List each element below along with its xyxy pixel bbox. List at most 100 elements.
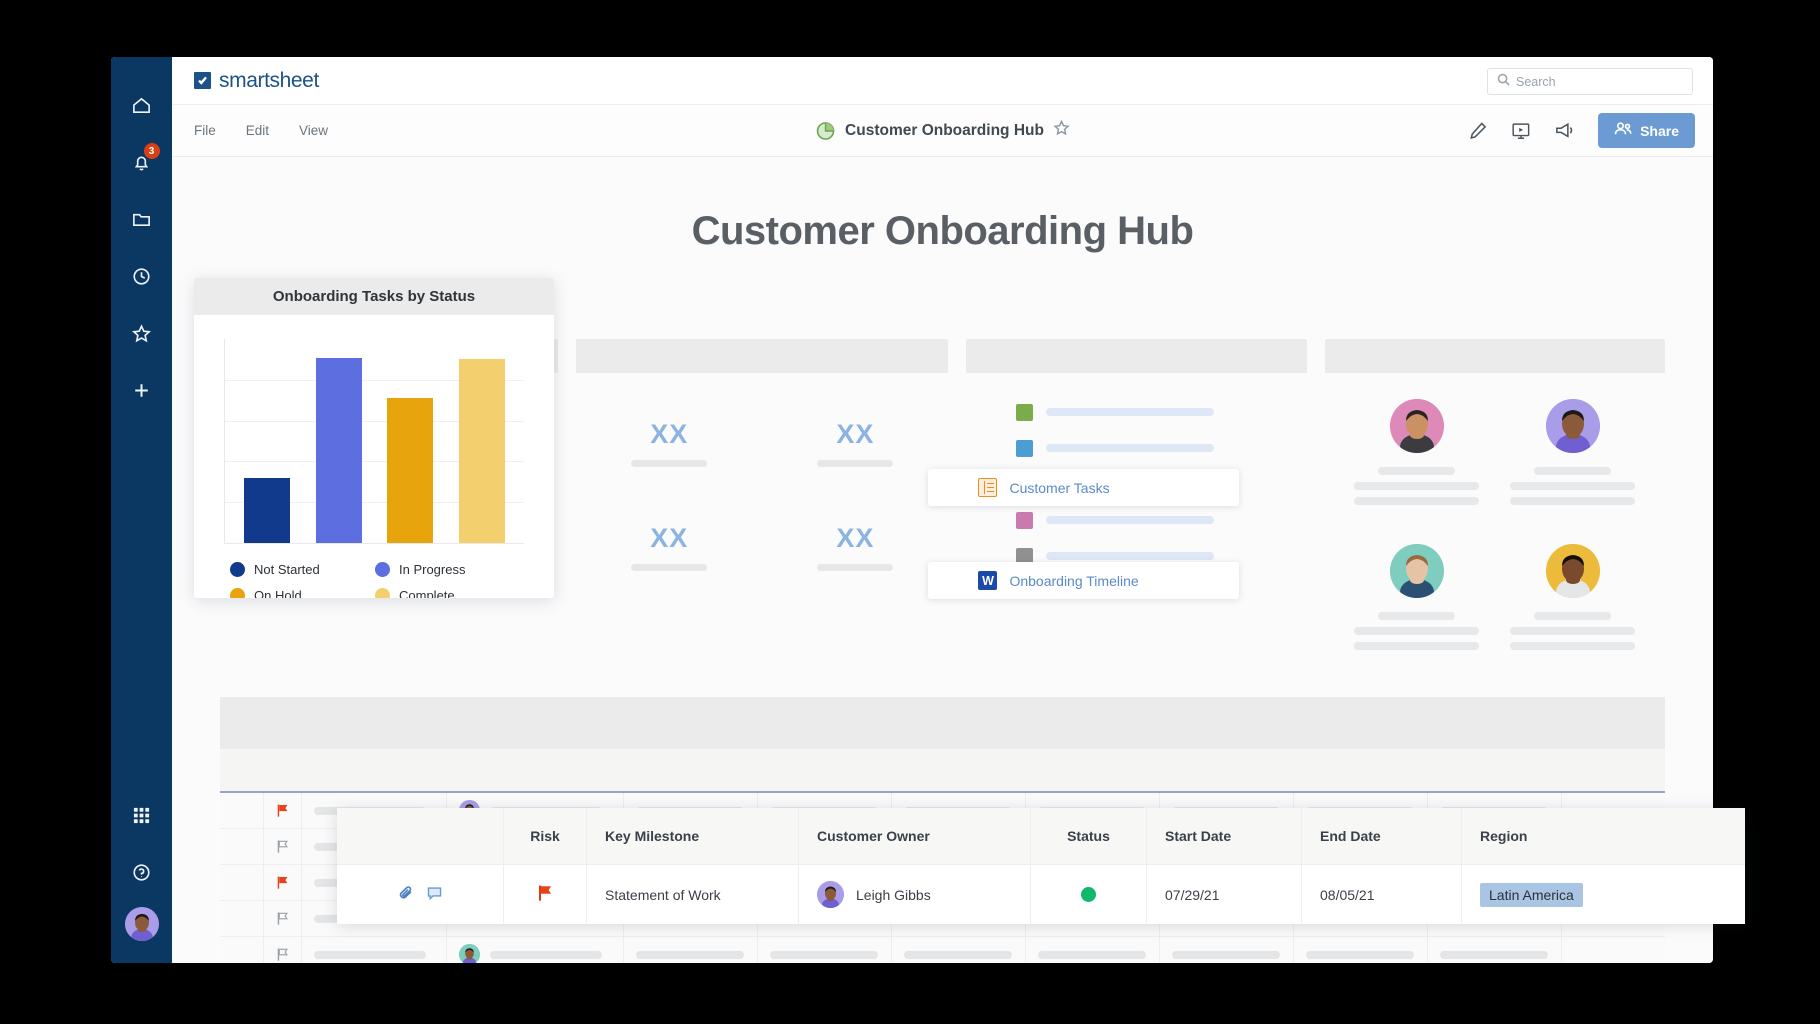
link-card-onboarding-timeline[interactable]: W Onboarding Timeline [928, 562, 1240, 599]
person-detail-placeholder [1510, 627, 1636, 635]
table-header-customer-owner[interactable]: Customer Owner [799, 808, 1031, 864]
home-icon[interactable] [120, 83, 164, 127]
table-cell-icons [337, 865, 504, 924]
chart-bar[interactable] [315, 357, 362, 543]
table-header-status[interactable]: Status [1031, 808, 1147, 864]
metric-tile[interactable]: XX [631, 419, 708, 467]
chart-legend-item[interactable]: In Progress [375, 562, 520, 577]
table-row[interactable]: Statement of Work Leigh Gibbs 07/29/21 0… [337, 865, 1745, 924]
presentation-play-icon[interactable] [1511, 121, 1531, 141]
person-card[interactable] [1510, 399, 1636, 512]
notification-badge: 3 [143, 143, 160, 159]
table-cell-start-date: 07/29/21 [1147, 865, 1302, 924]
metric-tile[interactable]: XX [631, 523, 708, 571]
chart-legend-item[interactable]: Not Started [230, 562, 375, 577]
sheet-icon [978, 478, 998, 497]
pencil-icon[interactable] [1469, 121, 1488, 140]
red-flag-icon[interactable] [264, 792, 302, 829]
comment-icon[interactable] [426, 885, 443, 905]
red-flag-icon [537, 884, 553, 905]
grid-cell [220, 900, 264, 937]
search-input[interactable] [1516, 74, 1683, 89]
page-title: Customer Onboarding Hub [845, 121, 1044, 139]
brand-name: smartsheet [219, 68, 319, 92]
link-row[interactable] [966, 395, 1306, 429]
star-icon[interactable] [120, 311, 164, 355]
share-button-label: Share [1640, 122, 1679, 139]
person-1-avatar [1389, 399, 1444, 453]
metric-value: XX [650, 523, 689, 553]
chart-bar[interactable] [243, 478, 290, 543]
chart-bar[interactable] [387, 398, 434, 543]
share-button[interactable]: Share [1598, 113, 1695, 148]
link-row[interactable] [966, 431, 1306, 465]
metric-tile[interactable]: XX [817, 419, 894, 467]
paperclip-icon[interactable] [398, 885, 415, 905]
grid-cell [892, 936, 1026, 963]
table-row[interactable] [220, 936, 1665, 963]
table-header-end-date[interactable]: End Date [1302, 808, 1462, 864]
menu-item-edit[interactable]: Edit [246, 123, 269, 138]
search-box[interactable] [1487, 68, 1693, 95]
table-header-region[interactable]: Region [1462, 808, 1745, 864]
table-header-key-milestone[interactable]: Key Milestone [587, 808, 799, 864]
table-header-risk[interactable]: Risk [504, 808, 587, 864]
grid-cell [758, 936, 892, 963]
data-table-overlay: Risk Key Milestone Customer Owner Status… [337, 808, 1745, 924]
legend-color-dot [375, 562, 390, 577]
table-cell-status[interactable] [1031, 865, 1147, 924]
color-swatch [1016, 439, 1034, 457]
metric-label-placeholder [631, 460, 708, 467]
table-header-row: Risk Key Milestone Customer Owner Status… [337, 808, 1745, 865]
brand-logo[interactable]: smartsheet [194, 69, 319, 93]
document-title-group: Customer Onboarding Hub [815, 119, 1071, 141]
chart-card: Onboarding Tasks by Status Not Started In… [194, 278, 554, 598]
chart-legend-item[interactable]: Complete [375, 588, 520, 598]
grid-cell [220, 828, 264, 865]
metric-label-placeholder [631, 564, 708, 571]
person-name-placeholder [1534, 467, 1612, 475]
menu-item-view[interactable]: View [299, 123, 328, 138]
question-circle-icon[interactable] [120, 850, 164, 894]
legend-label: On Hold [254, 588, 302, 598]
megaphone-icon[interactable] [1554, 120, 1575, 141]
person-card[interactable] [1354, 399, 1480, 512]
owner-name: Leigh Gibbs [856, 886, 931, 903]
link-row[interactable] [966, 503, 1306, 537]
gray-flag-icon[interactable] [264, 936, 302, 963]
plus-icon[interactable] [120, 368, 164, 412]
gray-flag-icon[interactable] [264, 828, 302, 865]
person-card[interactable] [1354, 544, 1480, 657]
search-icon [1497, 73, 1510, 91]
grid-apps-icon[interactable] [120, 793, 164, 837]
grid-cell [220, 864, 264, 901]
person-card[interactable] [1510, 544, 1636, 657]
chart-legend-item[interactable]: On Hold [230, 588, 375, 598]
table-header-start-date[interactable]: Start Date [1147, 808, 1302, 864]
metric-label-placeholder [817, 564, 894, 571]
folder-icon[interactable] [120, 197, 164, 241]
red-flag-icon[interactable] [264, 864, 302, 901]
user-avatar[interactable] [124, 907, 159, 941]
grid-cell [447, 936, 624, 963]
gray-flag-icon[interactable] [264, 900, 302, 937]
link-placeholder [1046, 516, 1215, 524]
menu-item-file[interactable]: File [194, 123, 216, 138]
word-doc-icon: W [978, 571, 998, 590]
metric-value: XX [650, 419, 689, 449]
screenshot-root: smartsheet File Edit View [0, 0, 1820, 1024]
person-detail-placeholder [1510, 482, 1636, 490]
person-detail-placeholder [1354, 497, 1480, 505]
table-cell-end-date: 08/05/21 [1302, 865, 1462, 924]
person-name-placeholder [1534, 612, 1612, 620]
menu-bar: File Edit View Customer Onboarding Hub S… [172, 105, 1713, 157]
clock-icon[interactable] [120, 254, 164, 298]
bell-icon[interactable]: 3 [120, 140, 164, 184]
star-outline-icon[interactable] [1053, 119, 1071, 141]
metric-tile[interactable]: XX [817, 523, 894, 571]
row-avatar [459, 944, 480, 963]
grid-cell [302, 936, 447, 963]
chart-bar[interactable] [459, 359, 506, 543]
link-card-customer-tasks[interactable]: Customer Tasks [928, 469, 1240, 506]
table-cell-risk[interactable] [504, 865, 587, 924]
